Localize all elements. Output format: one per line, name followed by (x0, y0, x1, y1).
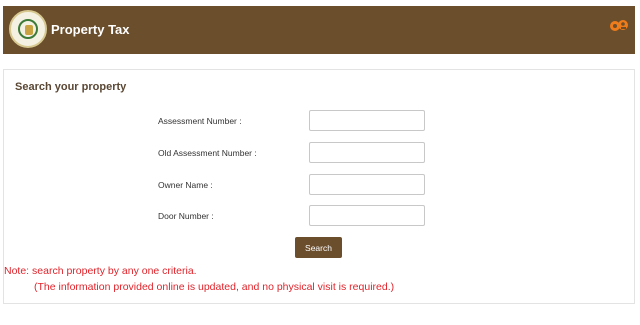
old-assessment-number-input[interactable] (309, 142, 425, 163)
door-number-label: Door Number : (158, 211, 214, 221)
egov-brand-icon[interactable] (609, 16, 629, 34)
search-button[interactable]: Search (295, 237, 342, 258)
assessment-number-label: Assessment Number : (158, 116, 242, 126)
old-assessment-number-label: Old Assessment Number : (158, 148, 257, 158)
app-header: Property Tax (3, 6, 635, 54)
note-criteria-text: Note: search property by any one criteri… (4, 265, 197, 277)
panel-title: Search your property (15, 81, 127, 93)
note-information-text: (The information provided online is upda… (34, 281, 395, 293)
search-panel: Search your property Assessment Number :… (3, 69, 635, 304)
app-title: Property Tax (51, 22, 130, 37)
assessment-number-input[interactable] (309, 110, 425, 131)
owner-name-label: Owner Name : (158, 180, 213, 190)
owner-name-input[interactable] (309, 174, 425, 195)
state-emblem-logo (9, 10, 47, 48)
door-number-input[interactable] (309, 205, 425, 226)
